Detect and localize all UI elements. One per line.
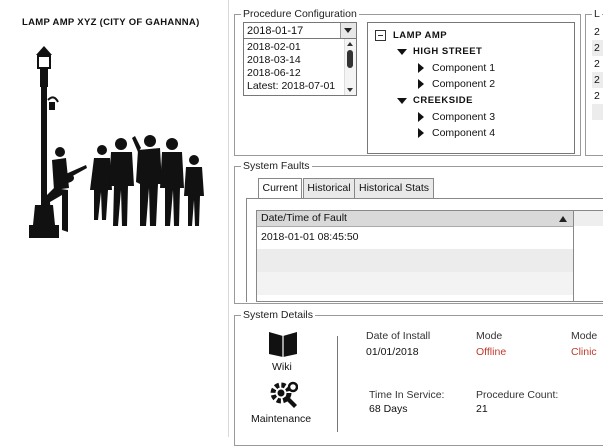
list-item: 2 (594, 58, 600, 70)
scroll-down-arrow-icon[interactable] (347, 88, 353, 92)
component-tree: LAMP AMP HIGH STREET Component 1 Compone… (367, 22, 575, 154)
column-header-date-time: Date/Time of Fault (261, 212, 347, 224)
table-row (257, 249, 573, 272)
tree-root-label[interactable]: LAMP AMP (393, 30, 447, 41)
date-select[interactable]: 2018-01-17 (243, 22, 357, 39)
date-list-item[interactable]: 2018-06-12 (247, 67, 301, 79)
column-divider (573, 226, 574, 301)
gear-wrench-icon (270, 381, 298, 408)
wiki-button[interactable]: Wiki (255, 328, 315, 376)
app-title: LAMP AMP XYZ (CITY OF GAHANNA) (22, 17, 200, 28)
tab-current[interactable]: Current (258, 178, 302, 199)
date-list-item[interactable]: 2018-03-14 (247, 54, 301, 66)
procedure-count-value: 21 (476, 403, 488, 415)
date-list-item[interactable]: 2018-02-01 (247, 41, 301, 53)
list-item (592, 104, 603, 120)
procedure-count-label: Procedure Count: (476, 389, 559, 401)
list-item: 2 (594, 26, 600, 38)
expand-right-icon[interactable] (418, 63, 424, 73)
collapse-icon[interactable] (375, 30, 386, 41)
list-item: 2 (592, 72, 603, 88)
list-item: 2 (592, 40, 603, 56)
list-item: 2 (594, 90, 600, 102)
fault-grid-header-extra (573, 211, 603, 226)
tree-item-component-4[interactable]: Component 4 (432, 127, 495, 139)
tab-historical[interactable]: Historical (303, 178, 355, 199)
scroll-up-arrow-icon[interactable] (347, 42, 353, 46)
mode-value: Offline (476, 346, 507, 358)
procedure-configuration-legend: Procedure Configuration (243, 8, 357, 20)
table-row[interactable]: 2018-01-01 08:45:50 (257, 226, 573, 249)
tree-item-component-3[interactable]: Component 3 (432, 111, 495, 123)
mode-value-2: Clinic (571, 346, 597, 358)
expand-down-icon[interactable] (397, 98, 407, 104)
expand-right-icon[interactable] (418, 128, 424, 138)
date-of-install-value: 01/01/2018 (366, 346, 419, 358)
tree-group-creekside[interactable]: CREEKSIDE (413, 95, 473, 106)
maintenance-label: Maintenance (251, 413, 312, 425)
date-listbox[interactable]: 2018-02-01 2018-03-14 2018-06-12 Latest:… (243, 38, 357, 96)
expand-right-icon[interactable] (418, 112, 424, 122)
wiki-label: Wiki (272, 361, 292, 373)
fault-grid: Date/Time of Fault 2018-01-01 08:45:50 (256, 210, 603, 302)
right-partial-list: 2 2 2 2 2 (592, 24, 603, 124)
sort-ascending-icon[interactable] (559, 216, 567, 222)
tree-group-high-street[interactable]: HIGH STREET (413, 46, 482, 57)
expand-right-icon[interactable] (418, 79, 424, 89)
time-in-service-value: 68 Days (369, 403, 408, 415)
date-select-value: 2018-01-17 (247, 25, 304, 37)
system-faults-legend: System Faults (243, 160, 310, 172)
table-row (257, 272, 573, 295)
left-panel: LAMP AMP XYZ (CITY OF GAHANNA) (0, 0, 229, 437)
date-list-item[interactable]: Latest: 2018-07-01 (247, 80, 335, 92)
time-in-service-label: Time In Service: (369, 389, 445, 401)
scroll-thumb[interactable] (347, 50, 353, 68)
date-of-install-label: Date of Install (366, 330, 431, 342)
tab-historical-stats[interactable]: Historical Stats (354, 178, 434, 199)
date-list-scrollbar[interactable] (344, 39, 356, 95)
fault-timestamp: 2018-01-01 08:45:50 (261, 231, 359, 243)
details-divider (337, 336, 338, 432)
street-lamp-illustration (29, 46, 204, 238)
chevron-down-icon[interactable] (340, 23, 356, 38)
tree-item-component-2[interactable]: Component 2 (432, 78, 495, 90)
fault-grid-header[interactable]: Date/Time of Fault (257, 211, 573, 227)
mode-label-2: Mode (571, 330, 598, 342)
fault-tabs: Current Historical Historical Stats (256, 178, 596, 199)
right-partial-legend: L (594, 8, 600, 20)
mode-label: Mode (476, 330, 503, 342)
maintenance-button[interactable]: Maintenance (248, 378, 320, 428)
system-details-legend: System Details (243, 309, 314, 321)
tree-item-component-1[interactable]: Component 1 (432, 62, 495, 74)
book-icon (269, 332, 297, 357)
expand-down-icon[interactable] (397, 49, 407, 55)
